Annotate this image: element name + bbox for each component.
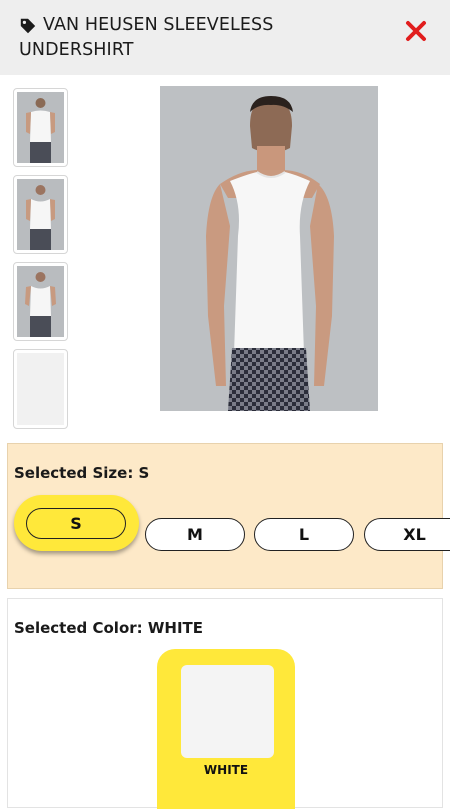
header: VAN HEUSEN SLEEVELESS UNDERSHIRT bbox=[0, 0, 450, 75]
size-option-s[interactable]: S bbox=[26, 508, 126, 539]
size-option-xl[interactable]: XL bbox=[364, 518, 450, 551]
size-option-s-highlight: S bbox=[14, 495, 139, 551]
main-product-image bbox=[160, 86, 378, 411]
color-option-label: WHITE bbox=[203, 763, 249, 777]
thumbnail-image bbox=[17, 353, 64, 425]
thumbnail-front-view-alt[interactable] bbox=[13, 262, 68, 341]
thumbnail-image bbox=[17, 92, 64, 163]
thumbnail-back-view[interactable] bbox=[13, 88, 68, 167]
color-option-white[interactable]: WHITE bbox=[157, 649, 295, 809]
thumbnail-fabric-swatch[interactable] bbox=[13, 349, 68, 429]
size-option-m[interactable]: M bbox=[145, 518, 245, 551]
close-icon[interactable] bbox=[404, 19, 428, 43]
color-swatch-image bbox=[181, 665, 274, 758]
thumbnail-front-view[interactable] bbox=[13, 175, 68, 254]
selected-color-label: Selected Color: WHITE bbox=[14, 619, 204, 637]
selected-size-label: Selected Size: S bbox=[14, 464, 150, 482]
thumbnail-image bbox=[17, 179, 64, 250]
thumbnail-image bbox=[17, 266, 64, 337]
product-title: VAN HEUSEN SLEEVELESS UNDERSHIRT bbox=[19, 15, 274, 60]
size-option-l[interactable]: L bbox=[254, 518, 354, 551]
size-panel: Selected Size: S S M L XL bbox=[7, 443, 450, 589]
color-panel: Selected Color: WHITE WHITE bbox=[7, 598, 443, 809]
